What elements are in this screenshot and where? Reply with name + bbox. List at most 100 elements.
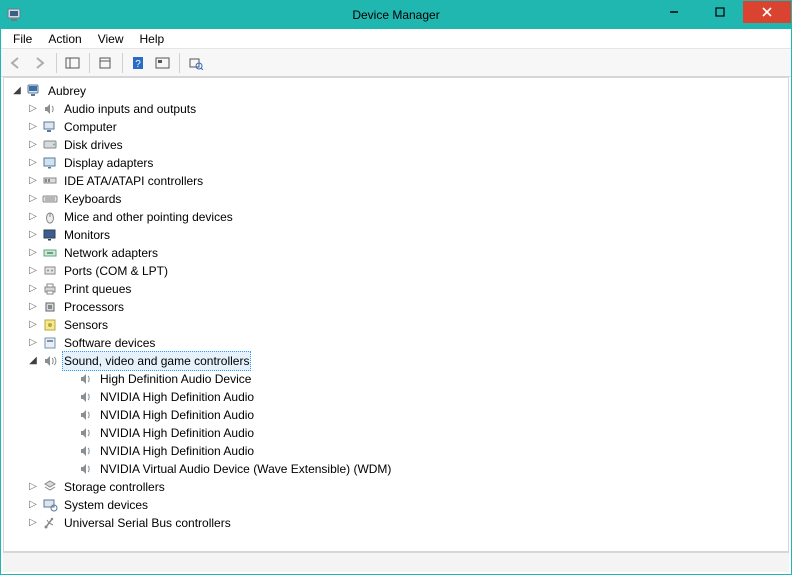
svg-text:?: ? bbox=[135, 59, 141, 70]
sound-icon bbox=[42, 353, 58, 369]
expander-spacer bbox=[62, 462, 76, 476]
category-node[interactable]: ▷ Mice and other pointing devices bbox=[26, 208, 784, 226]
speaker-icon bbox=[78, 389, 94, 405]
category-node[interactable]: ▷ Display adapters bbox=[26, 154, 784, 172]
toolbar: ? bbox=[1, 49, 791, 77]
category-node[interactable]: ▷ Ports (COM & LPT) bbox=[26, 262, 784, 280]
expander-closed-icon[interactable]: ▷ bbox=[26, 516, 40, 530]
category-node[interactable]: ▷ System devices bbox=[26, 496, 784, 514]
computer-icon bbox=[42, 119, 58, 135]
window-buttons bbox=[651, 1, 791, 23]
category-node[interactable]: ▷ Keyboards bbox=[26, 190, 784, 208]
device-node[interactable]: NVIDIA High Definition Audio bbox=[62, 388, 784, 406]
category-node[interactable]: ◢ Sound, video and game controllers bbox=[26, 352, 784, 370]
expander-closed-icon[interactable]: ▷ bbox=[26, 156, 40, 170]
expander-spacer bbox=[62, 408, 76, 422]
expander-closed-icon[interactable]: ▷ bbox=[26, 138, 40, 152]
category-label: Keyboards bbox=[62, 190, 123, 208]
minimize-button[interactable] bbox=[651, 1, 697, 23]
expander-closed-icon[interactable]: ▷ bbox=[26, 318, 40, 332]
expander-closed-icon[interactable]: ▷ bbox=[26, 102, 40, 116]
menu-action[interactable]: Action bbox=[40, 30, 89, 48]
menu-file[interactable]: File bbox=[5, 30, 40, 48]
category-label: Monitors bbox=[62, 226, 112, 244]
expander-closed-icon[interactable]: ▷ bbox=[26, 192, 40, 206]
expander-open-icon[interactable]: ◢ bbox=[10, 84, 24, 98]
tree-root-label: Aubrey bbox=[46, 82, 88, 100]
device-label: NVIDIA High Definition Audio bbox=[98, 406, 256, 424]
device-label: High Definition Audio Device bbox=[98, 370, 253, 388]
tree-root[interactable]: ◢ Aubrey bbox=[10, 82, 784, 100]
category-children: High Definition Audio Device NVIDIA High… bbox=[62, 370, 784, 478]
category-node[interactable]: ▷ Storage controllers bbox=[26, 478, 784, 496]
category-node[interactable]: ▷ Computer bbox=[26, 118, 784, 136]
speaker-icon bbox=[78, 407, 94, 423]
expander-closed-icon[interactable]: ▷ bbox=[26, 300, 40, 314]
category-node[interactable]: ▷ Print queues bbox=[26, 280, 784, 298]
device-node[interactable]: NVIDIA High Definition Audio bbox=[62, 442, 784, 460]
category-node[interactable]: ▷ Processors bbox=[26, 298, 784, 316]
category-label: Ports (COM & LPT) bbox=[62, 262, 170, 280]
close-button[interactable] bbox=[743, 1, 791, 23]
maximize-button[interactable] bbox=[697, 1, 743, 23]
computer-icon bbox=[26, 83, 42, 99]
device-node[interactable]: High Definition Audio Device bbox=[62, 370, 784, 388]
sensor-icon bbox=[42, 317, 58, 333]
port-icon bbox=[42, 263, 58, 279]
expander-closed-icon[interactable]: ▷ bbox=[26, 174, 40, 188]
titlebar: Device Manager bbox=[1, 1, 791, 29]
show-hide-tree-button[interactable] bbox=[62, 52, 84, 74]
category-node[interactable]: ▷ Universal Serial Bus controllers bbox=[26, 514, 784, 532]
monitor-icon bbox=[42, 227, 58, 243]
expander-spacer bbox=[62, 426, 76, 440]
storage-icon bbox=[42, 479, 58, 495]
back-button[interactable] bbox=[5, 52, 27, 74]
cpu-icon bbox=[42, 299, 58, 315]
category-node[interactable]: ▷ Software devices bbox=[26, 334, 784, 352]
category-label: Sound, video and game controllers bbox=[62, 351, 251, 371]
device-label: NVIDIA Virtual Audio Device (Wave Extens… bbox=[98, 460, 393, 478]
keyboard-icon bbox=[42, 191, 58, 207]
toolbar-separator bbox=[56, 53, 57, 73]
speaker-icon bbox=[42, 101, 58, 117]
expander-closed-icon[interactable]: ▷ bbox=[26, 120, 40, 134]
category-node[interactable]: ▷ IDE ATA/ATAPI controllers bbox=[26, 172, 784, 190]
device-node[interactable]: NVIDIA High Definition Audio bbox=[62, 424, 784, 442]
scan-hardware-button[interactable] bbox=[152, 52, 174, 74]
expander-closed-icon[interactable]: ▷ bbox=[26, 246, 40, 260]
device-node[interactable]: NVIDIA High Definition Audio bbox=[62, 406, 784, 424]
expander-closed-icon[interactable]: ▷ bbox=[26, 282, 40, 296]
properties-button[interactable] bbox=[95, 52, 117, 74]
category-label: Computer bbox=[62, 118, 119, 136]
expander-open-icon[interactable]: ◢ bbox=[26, 354, 40, 368]
category-label: IDE ATA/ATAPI controllers bbox=[62, 172, 205, 190]
expander-closed-icon[interactable]: ▷ bbox=[26, 210, 40, 224]
device-node[interactable]: NVIDIA Virtual Audio Device (Wave Extens… bbox=[62, 460, 784, 478]
category-label: Display adapters bbox=[62, 154, 155, 172]
category-node[interactable]: ▷ Disk drives bbox=[26, 136, 784, 154]
category-node[interactable]: ▷ Audio inputs and outputs bbox=[26, 100, 784, 118]
category-node[interactable]: ▷ Monitors bbox=[26, 226, 784, 244]
category-label: Processors bbox=[62, 298, 126, 316]
expander-closed-icon[interactable]: ▷ bbox=[26, 480, 40, 494]
menu-view[interactable]: View bbox=[90, 30, 132, 48]
forward-button[interactable] bbox=[29, 52, 51, 74]
category-label: Disk drives bbox=[62, 136, 125, 154]
category-label: Sensors bbox=[62, 316, 110, 334]
device-tree[interactable]: ◢ Aubrey ▷ Audio inputs and outputs ▷ Co… bbox=[4, 78, 788, 551]
printer-icon bbox=[42, 281, 58, 297]
category-node[interactable]: ▷ Network adapters bbox=[26, 244, 784, 262]
expander-spacer bbox=[62, 372, 76, 386]
category-label: Software devices bbox=[62, 334, 157, 352]
expander-closed-icon[interactable]: ▷ bbox=[26, 228, 40, 242]
speaker-icon bbox=[78, 425, 94, 441]
expander-closed-icon[interactable]: ▷ bbox=[26, 498, 40, 512]
expander-closed-icon[interactable]: ▷ bbox=[26, 264, 40, 278]
update-driver-button[interactable] bbox=[185, 52, 207, 74]
help-button[interactable]: ? bbox=[128, 52, 150, 74]
ide-icon bbox=[42, 173, 58, 189]
app-icon bbox=[7, 7, 23, 23]
expander-closed-icon[interactable]: ▷ bbox=[26, 336, 40, 350]
menu-help[interactable]: Help bbox=[132, 30, 173, 48]
category-node[interactable]: ▷ Sensors bbox=[26, 316, 784, 334]
